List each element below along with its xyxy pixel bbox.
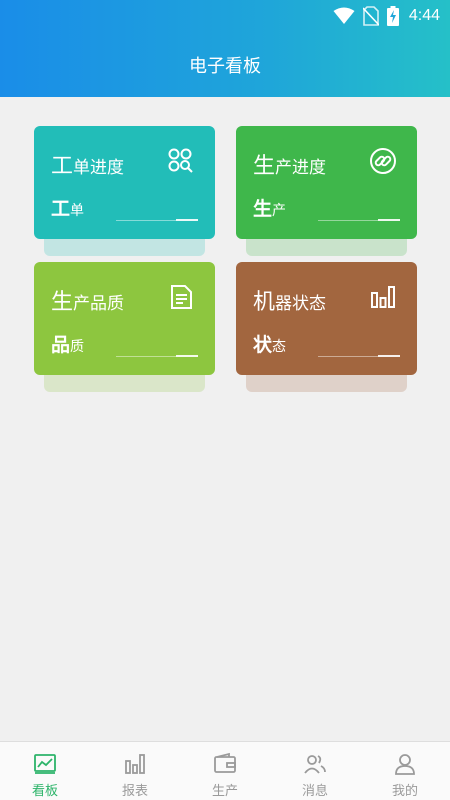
divider-accent bbox=[176, 219, 198, 221]
search-apps-icon bbox=[168, 148, 193, 173]
bottom-nav: 看板 报表 生产 消息 我的 bbox=[0, 741, 450, 800]
card-body[interactable]: 工单进度 工单 bbox=[34, 126, 215, 239]
page-title: 电子看板 bbox=[189, 56, 261, 77]
card-subtitle: 状态 bbox=[253, 334, 287, 356]
card-work-order-progress[interactable]: 工单进度 工单 bbox=[34, 126, 215, 256]
card-title: 生产进度 bbox=[253, 154, 327, 179]
no-sim-icon bbox=[362, 6, 379, 26]
card-subtitle: 工单 bbox=[51, 198, 85, 220]
nav-item-messages[interactable]: 消息 bbox=[270, 742, 360, 800]
card-body[interactable]: 机器状态 状态 bbox=[236, 262, 417, 375]
divider-accent bbox=[176, 355, 198, 357]
card-body[interactable]: 生产品质 品质 bbox=[34, 262, 215, 375]
card-title: 工单进度 bbox=[51, 154, 125, 179]
card-title: 生产品质 bbox=[51, 290, 125, 315]
divider-accent bbox=[378, 355, 400, 357]
card-title: 机器状态 bbox=[253, 290, 327, 315]
wifi-icon bbox=[333, 7, 355, 24]
status-bar: 4:44 bbox=[333, 4, 440, 28]
divider bbox=[116, 220, 176, 221]
nav-item-reports[interactable]: 报表 bbox=[90, 742, 180, 800]
app-header: 4:44 电子看板 bbox=[0, 0, 450, 97]
link-icon bbox=[370, 148, 396, 174]
card-subtitle: 生产 bbox=[253, 198, 287, 220]
nav-item-dashboard[interactable]: 看板 bbox=[0, 742, 90, 800]
person-icon bbox=[395, 754, 415, 775]
nav-item-production[interactable]: 生产 bbox=[180, 742, 270, 800]
card-machine-status[interactable]: 机器状态 状态 bbox=[236, 262, 417, 392]
nav-item-profile[interactable]: 我的 bbox=[360, 742, 450, 800]
card-body[interactable]: 生产进度 生产 bbox=[236, 126, 417, 239]
report-icon bbox=[125, 754, 145, 774]
clock: 4:44 bbox=[408, 7, 440, 24]
card-product-quality[interactable]: 生产品质 品质 bbox=[34, 262, 215, 392]
dashboard-icon bbox=[34, 754, 56, 774]
divider-accent bbox=[378, 219, 400, 221]
divider bbox=[116, 356, 176, 357]
wallet-icon bbox=[214, 752, 236, 773]
contacts-icon bbox=[304, 755, 326, 774]
dashboard-grid: 工单进度 工单 生产进度 生产 生产品质 品质 机器状态 状态 bbox=[34, 126, 418, 392]
bar-chart-icon bbox=[371, 286, 395, 308]
document-icon bbox=[171, 285, 192, 309]
divider bbox=[318, 220, 378, 221]
card-production-progress[interactable]: 生产进度 生产 bbox=[236, 126, 417, 256]
card-subtitle: 品质 bbox=[51, 334, 85, 356]
battery-charging-icon bbox=[386, 6, 399, 26]
divider bbox=[318, 356, 378, 357]
